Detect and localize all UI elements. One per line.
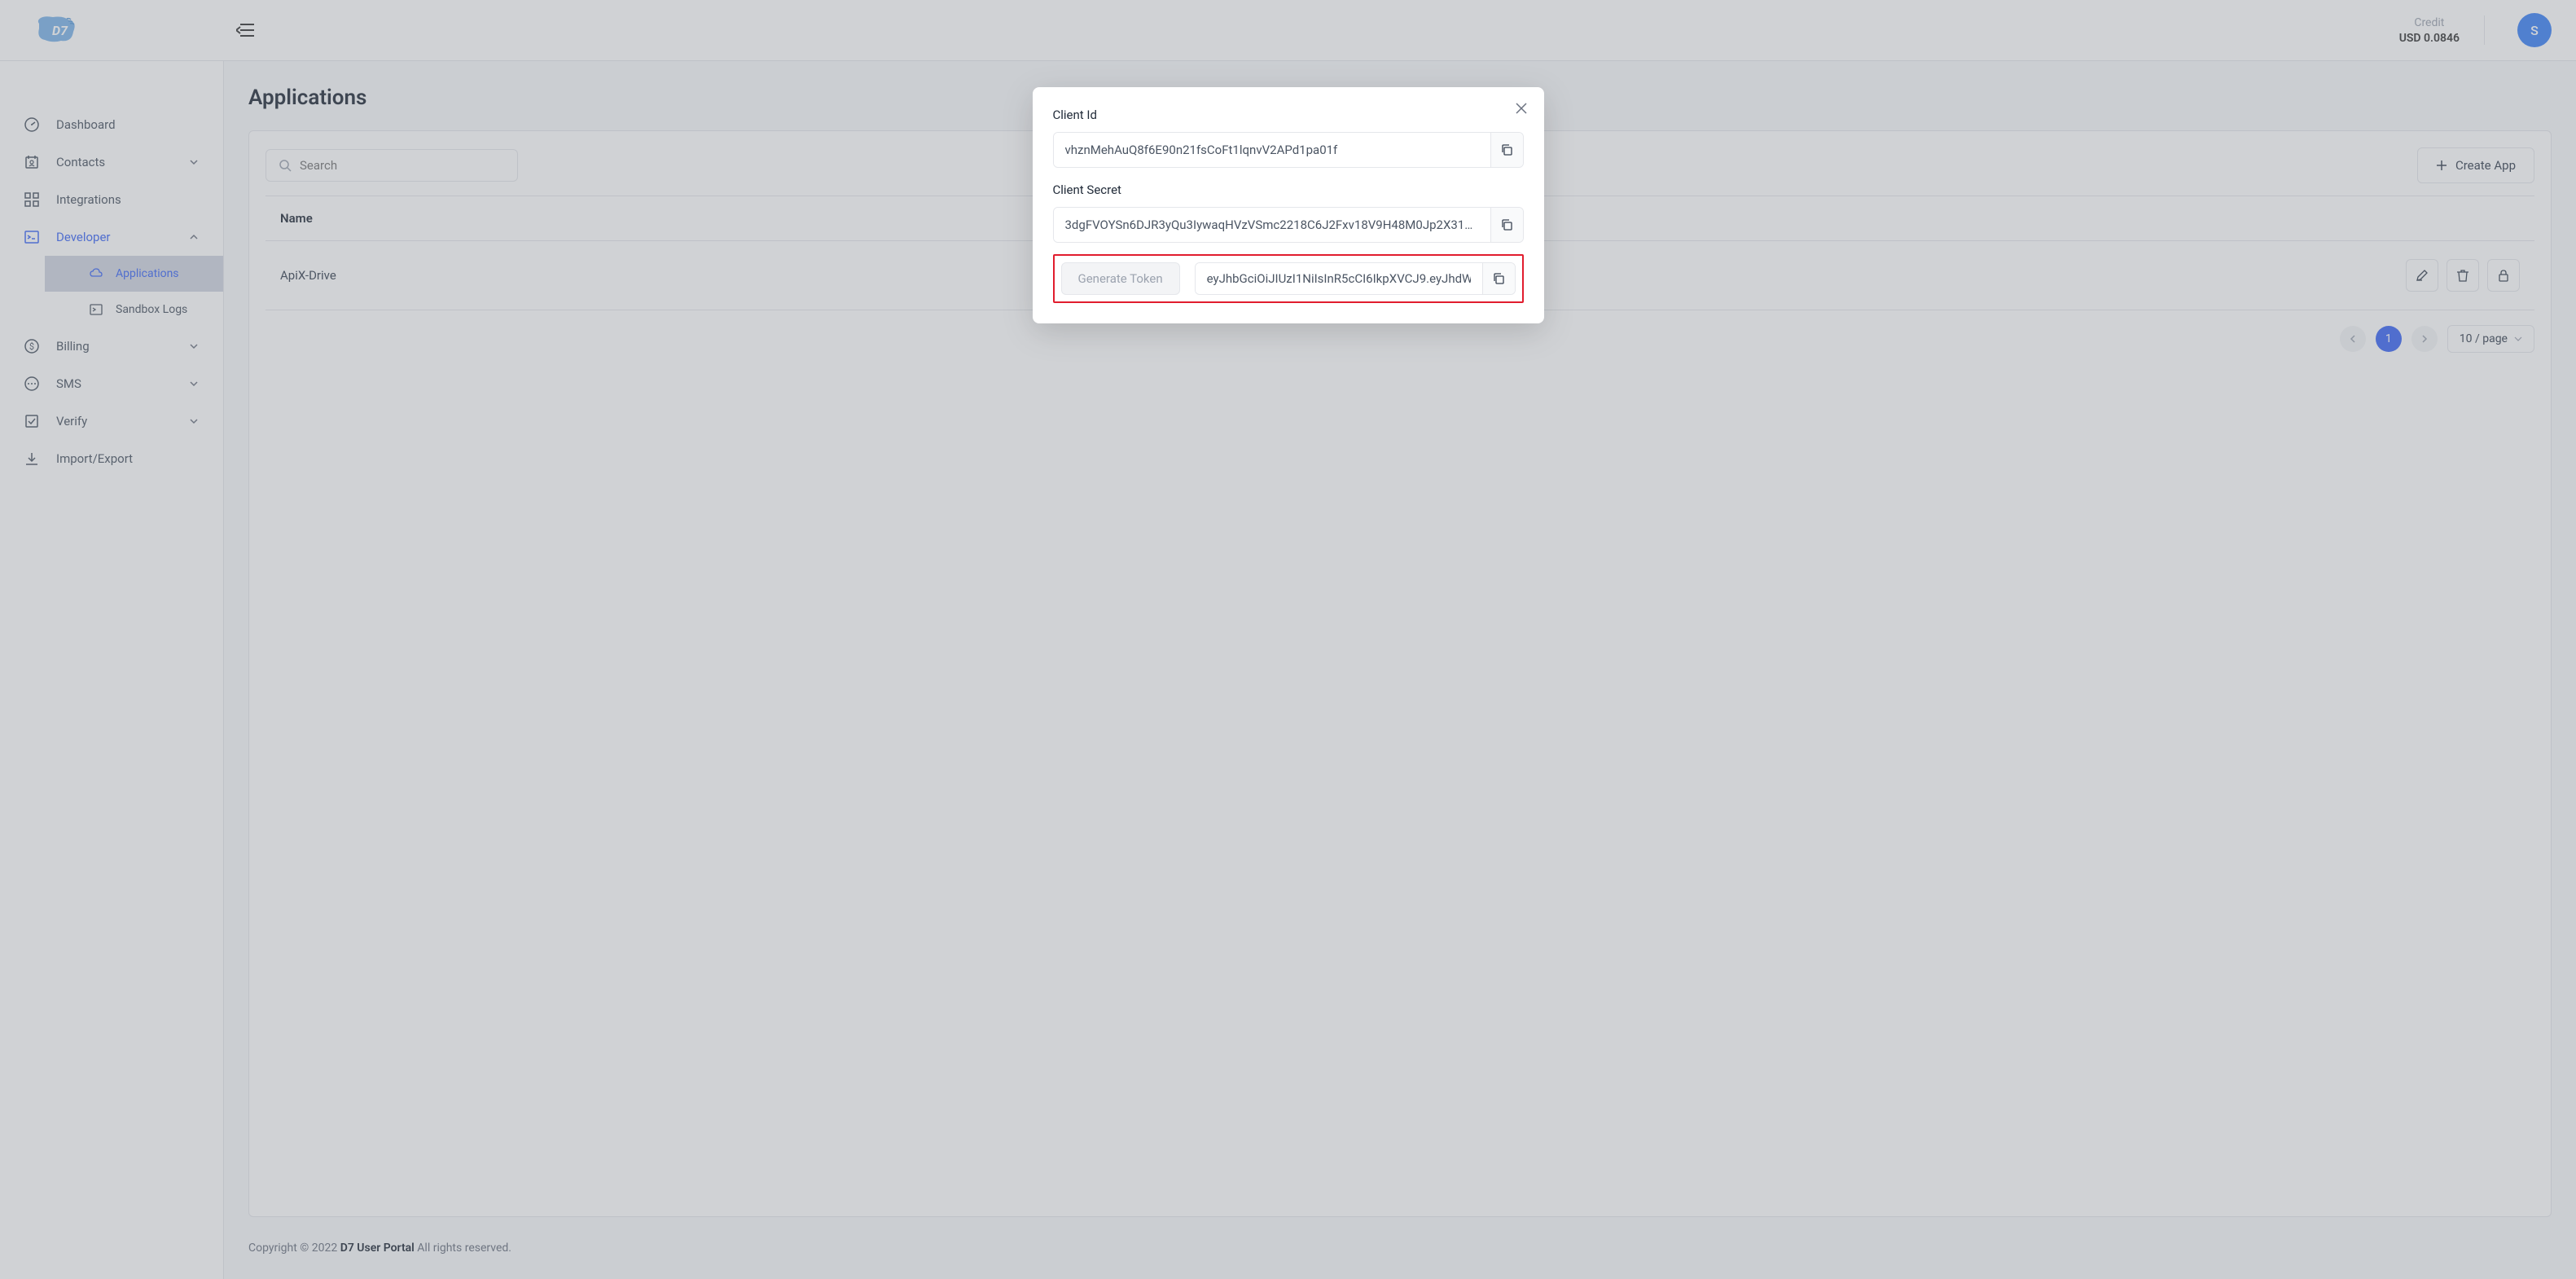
copy-icon bbox=[1500, 218, 1513, 231]
client-id-field bbox=[1053, 132, 1524, 168]
copy-client-secret-button[interactable] bbox=[1490, 208, 1523, 242]
token-section: Generate Token bbox=[1053, 254, 1524, 303]
copy-icon bbox=[1500, 143, 1513, 156]
client-id-input[interactable] bbox=[1054, 133, 1490, 167]
credentials-modal: Client Id Client Secret Generate Token bbox=[1033, 87, 1544, 323]
client-secret-label: Client Secret bbox=[1053, 182, 1524, 197]
copy-client-id-button[interactable] bbox=[1490, 133, 1523, 167]
client-secret-input[interactable] bbox=[1054, 208, 1490, 242]
modal-close-button[interactable] bbox=[1515, 102, 1528, 115]
copy-icon bbox=[1492, 272, 1505, 285]
close-icon bbox=[1515, 102, 1528, 115]
client-secret-field bbox=[1053, 207, 1524, 243]
client-id-label: Client Id bbox=[1053, 108, 1524, 122]
token-field bbox=[1195, 262, 1516, 295]
generate-token-button[interactable]: Generate Token bbox=[1061, 262, 1180, 295]
token-input[interactable] bbox=[1196, 263, 1482, 294]
copy-token-button[interactable] bbox=[1482, 263, 1515, 294]
